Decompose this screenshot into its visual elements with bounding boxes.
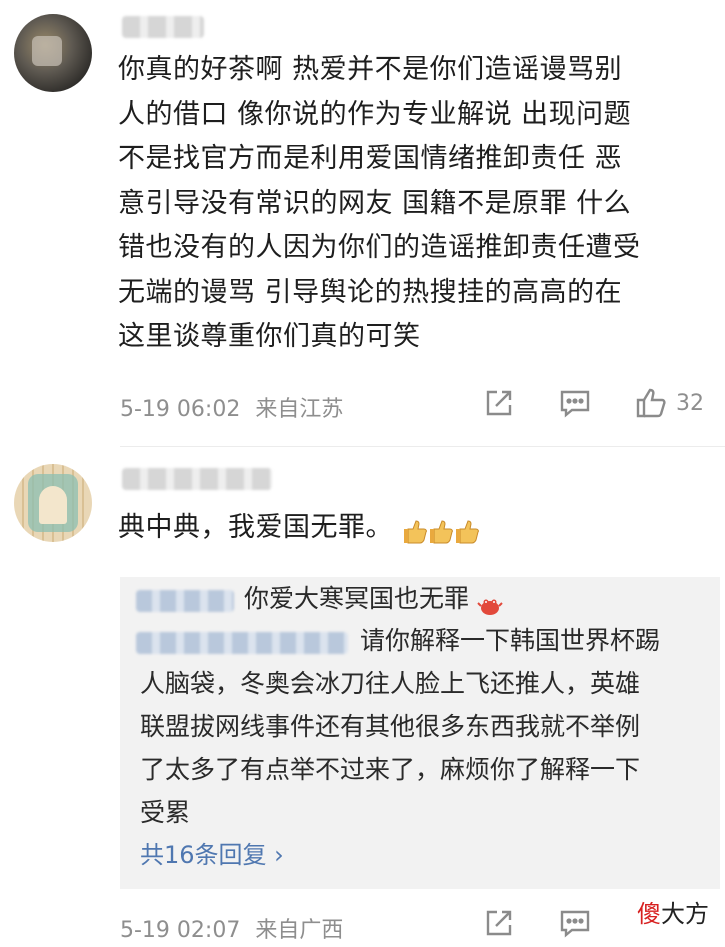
reply-line: 请你解释一下韩国世界杯踢 xyxy=(360,626,661,655)
reply-2-first-line: 请你解释一下韩国世界杯踢 xyxy=(360,619,660,662)
comment-time: 5-19 02:07 xyxy=(120,918,241,943)
crab-emoji-icon xyxy=(477,588,503,615)
comment-icon[interactable] xyxy=(558,906,592,940)
comment-line: 无端的谩骂 引导舆论的热搜挂的高高的在 xyxy=(118,276,623,308)
reply-line: 联盟拔网线事件还有其他很多东西我就不举例 xyxy=(140,712,641,741)
avatar[interactable] xyxy=(14,14,92,92)
watermark-red: 傻 xyxy=(637,900,661,928)
watermark-black: 大方 xyxy=(661,900,709,928)
comment-text: 你真的好茶啊 热爱并不是你们造谣谩骂别 人的借口 像你说的作为专业解说 出现问题… xyxy=(118,48,641,360)
comment-line: 错也没有的人因为你们的造谣推卸责任遭受 xyxy=(118,232,641,263)
comment-meta: 5-19 02:07 来自广西 xyxy=(120,912,343,944)
watermark: 傻大方 xyxy=(635,894,711,929)
comment-line: 你真的好茶啊 热爱并不是你们造谣谩骂别 xyxy=(118,54,623,85)
reply-1: 你爱大寒冥国也无罪 xyxy=(244,577,503,620)
comment-actions xyxy=(482,906,592,940)
divider xyxy=(120,446,725,447)
reply-line: 了太多了有点举不过来了，麻烦你了解释一下 xyxy=(140,755,641,784)
comment-text: 典中典，我爱国无罪。 xyxy=(118,506,480,551)
comment-line: 典中典，我爱国无罪。 xyxy=(118,512,393,543)
share-icon[interactable] xyxy=(482,906,516,940)
like-icon[interactable] xyxy=(634,386,668,420)
comment-line: 人的借口 像你说的作为专业解说 出现问题 xyxy=(118,98,632,130)
comment-actions: 32 xyxy=(482,386,704,420)
username-blurred[interactable] xyxy=(122,16,204,38)
comment-meta: 5-19 06:02 来自江苏 xyxy=(120,391,343,423)
reply-text: 你爱大寒冥国也无罪 xyxy=(244,584,470,613)
thumbs-up-emoji-icon xyxy=(402,515,428,543)
comment-location: 来自江苏 xyxy=(255,397,344,422)
thumbs-up-emoji-icon xyxy=(428,515,454,543)
avatar[interactable] xyxy=(14,464,92,542)
more-replies-link[interactable]: 共16条回复 › xyxy=(140,835,284,870)
username-blurred[interactable] xyxy=(122,468,272,490)
share-icon[interactable] xyxy=(482,386,516,420)
reply-username-blurred[interactable] xyxy=(136,590,234,612)
comment-line: 不是找官方而是利用爱国情绪推卸责任 恶 xyxy=(118,143,623,174)
comment-1: 你真的好茶啊 热爱并不是你们造谣谩骂别 人的借口 像你说的作为专业解说 出现问题… xyxy=(0,0,725,450)
comment-icon[interactable] xyxy=(558,386,592,420)
like-count: 32 xyxy=(676,390,704,416)
reply-line: 受累 xyxy=(140,798,191,827)
reply-line: 人脑袋，冬奥会冰刀往人脸上飞还推人，英雄 xyxy=(140,669,641,698)
comment-time: 5-19 06:02 xyxy=(120,397,241,422)
comment-location: 来自广西 xyxy=(255,918,344,943)
comment-line: 这里谈尊重你们真的可笑 xyxy=(118,321,421,352)
replies-box[interactable]: 你爱大寒冥国也无罪 请你解释一下韩国世界杯踢 人脑袋，冬奥会冰刀往人脸上飞还推人… xyxy=(120,577,720,889)
reply-2: 人脑袋，冬奥会冰刀往人脸上飞还推人，英雄 联盟拔网线事件还有其他很多东西我就不举… xyxy=(140,662,640,834)
thumbs-up-emoji-icon xyxy=(454,515,480,543)
reply-username-blurred[interactable] xyxy=(136,632,348,654)
comment-line: 意引导没有常识的网友 国籍不是原罪 什么 xyxy=(118,187,632,219)
